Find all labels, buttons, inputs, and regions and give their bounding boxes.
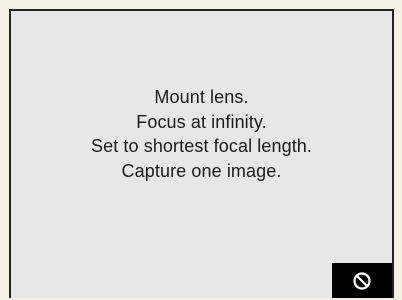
instruction-line-capture: Capture one image. — [121, 160, 282, 181]
instruction-line-mount-lens: Mount lens. — [154, 87, 249, 107]
instruction-message: Mount lens. Focus at infinity. Set to sh… — [11, 85, 392, 183]
no-entry-icon — [353, 271, 371, 290]
instruction-line-focus: Focus at infinity. — [136, 111, 267, 132]
instruction-line-focal-length: Set to shortest focal length. — [90, 136, 313, 157]
camera-display: Mount lens. Focus at infinity. Set to sh… — [0, 0, 402, 300]
instruction-screen: Mount lens. Focus at infinity. Set to sh… — [9, 9, 394, 298]
cancel-button[interactable] — [332, 263, 392, 298]
